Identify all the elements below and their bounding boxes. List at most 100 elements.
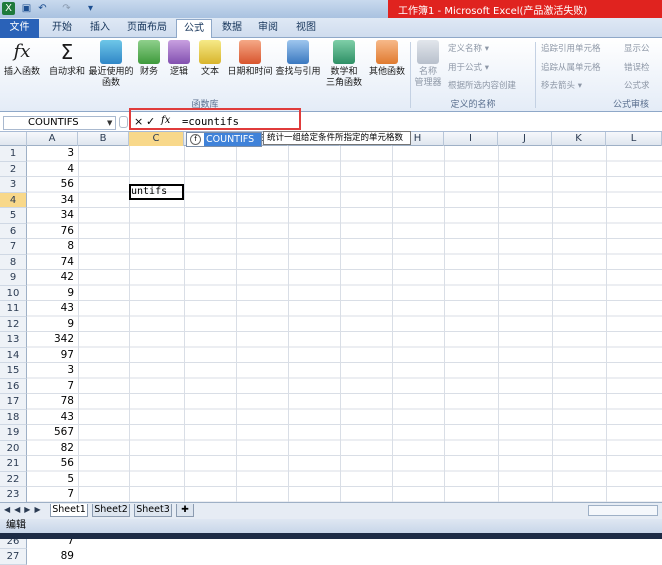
trace-precedents-button[interactable]: 追踪引用单元格 bbox=[541, 43, 601, 55]
cell-a23[interactable]: 7 bbox=[27, 487, 78, 503]
cell-a14[interactable]: 97 bbox=[27, 348, 78, 364]
cell-a8[interactable]: 74 bbox=[27, 255, 78, 271]
cell-a10[interactable]: 9 bbox=[27, 286, 78, 302]
row-header[interactable]: 13 bbox=[0, 332, 27, 348]
undo-icon[interactable]: ↶ bbox=[36, 2, 49, 15]
row-header[interactable]: 2 bbox=[0, 161, 27, 177]
trace-dependents-button[interactable]: 追踪从属单元格 bbox=[541, 62, 601, 74]
horizontal-scrollbar[interactable] bbox=[588, 505, 658, 516]
text-button[interactable]: 文本 bbox=[196, 40, 224, 78]
cancel-icon[interactable]: × bbox=[134, 115, 143, 128]
evaluate-formula-button[interactable]: 公式求 bbox=[624, 80, 650, 92]
cell-grid[interactable] bbox=[27, 146, 662, 502]
enter-icon[interactable]: ✓ bbox=[146, 115, 155, 128]
row-header[interactable]: 11 bbox=[0, 301, 27, 317]
financial-button[interactable]: 财务 bbox=[136, 40, 162, 78]
more-functions-button[interactable]: 其他函数 bbox=[367, 40, 407, 78]
cell-a2[interactable]: 4 bbox=[27, 162, 78, 178]
sheet-tab-sheet3[interactable]: Sheet3 bbox=[134, 504, 172, 517]
error-checking-button[interactable]: 错误检 bbox=[624, 62, 650, 74]
row-header[interactable]: 5 bbox=[0, 208, 27, 224]
cell-a3[interactable]: 56 bbox=[27, 177, 78, 193]
name-manager-button[interactable]: 名称 管理器 bbox=[413, 40, 443, 89]
fx-icon[interactable]: fx bbox=[161, 115, 170, 126]
autosum-button[interactable]: Σ 自动求和 bbox=[48, 40, 86, 78]
row-header[interactable]: 4 bbox=[0, 192, 27, 208]
tab-insert[interactable]: 插入 bbox=[84, 19, 116, 38]
row-header[interactable]: 20 bbox=[0, 440, 27, 456]
cell-a15[interactable]: 3 bbox=[27, 363, 78, 379]
row-header[interactable]: 9 bbox=[0, 270, 27, 286]
column-header[interactable]: L bbox=[606, 132, 662, 146]
tab-home[interactable]: 开始 bbox=[46, 19, 78, 38]
column-header[interactable]: A bbox=[27, 132, 78, 146]
tab-formulas[interactable]: 公式 bbox=[176, 19, 212, 39]
tab-page-layout[interactable]: 页面布局 bbox=[122, 19, 172, 38]
row-header[interactable]: 7 bbox=[0, 239, 27, 255]
name-box[interactable]: COUNTIFS bbox=[3, 116, 116, 130]
column-header[interactable]: B bbox=[78, 132, 129, 146]
cell-a22[interactable]: 5 bbox=[27, 472, 78, 488]
define-name-button[interactable]: 定义名称 ▾ bbox=[448, 43, 489, 55]
cell-a13[interactable]: 342 bbox=[27, 332, 78, 348]
column-header[interactable]: J bbox=[498, 132, 552, 146]
cell-a4[interactable]: 34 bbox=[27, 193, 78, 209]
column-header[interactable]: C bbox=[129, 132, 184, 146]
select-all-corner[interactable] bbox=[0, 132, 27, 146]
sheet-nav-arrows-icon[interactable]: ◀◀▶▶ bbox=[4, 505, 45, 514]
insert-sheet-icon[interactable]: ✚ bbox=[176, 504, 194, 517]
row-header[interactable]: 14 bbox=[0, 347, 27, 363]
logical-button[interactable]: 逻辑 bbox=[166, 40, 192, 78]
tab-view[interactable]: 视图 bbox=[291, 19, 321, 38]
sheet-tab-sheet1[interactable]: Sheet1 bbox=[50, 504, 88, 517]
row-header[interactable]: 15 bbox=[0, 363, 27, 379]
row-header[interactable]: 8 bbox=[0, 254, 27, 270]
tab-review[interactable]: 审阅 bbox=[253, 19, 283, 38]
cell-a21[interactable]: 56 bbox=[27, 456, 78, 472]
remove-arrows-button[interactable]: 移去箭头 ▾ bbox=[541, 80, 582, 92]
row-header[interactable]: 12 bbox=[0, 316, 27, 332]
row-header[interactable]: 6 bbox=[0, 223, 27, 239]
row-header[interactable]: 27 bbox=[0, 549, 27, 565]
row-header[interactable]: 16 bbox=[0, 378, 27, 394]
cell-a18[interactable]: 43 bbox=[27, 410, 78, 426]
cell-a9[interactable]: 42 bbox=[27, 270, 78, 286]
cell-a12[interactable]: 9 bbox=[27, 317, 78, 333]
cell-a27[interactable]: 89 bbox=[27, 549, 78, 565]
row-header[interactable]: 1 bbox=[0, 146, 27, 162]
cell-a17[interactable]: 78 bbox=[27, 394, 78, 410]
cell-a19[interactable]: 567 bbox=[27, 425, 78, 441]
column-header[interactable]: I bbox=[444, 132, 498, 146]
row-header[interactable]: 23 bbox=[0, 487, 27, 503]
date-time-button[interactable]: 日期和时间 bbox=[227, 40, 273, 78]
cell-a20[interactable]: 82 bbox=[27, 441, 78, 457]
lookup-reference-button[interactable]: 查找与引用 bbox=[275, 40, 321, 78]
save-icon[interactable]: ▣ bbox=[20, 2, 33, 15]
sheet-tab-sheet2[interactable]: Sheet2 bbox=[92, 504, 130, 517]
cell-a5[interactable]: 34 bbox=[27, 208, 78, 224]
row-header[interactable]: 19 bbox=[0, 425, 27, 441]
row-header[interactable]: 18 bbox=[0, 409, 27, 425]
math-trig-button[interactable]: 数学和 三角函数 bbox=[322, 40, 366, 89]
row-header[interactable]: 17 bbox=[0, 394, 27, 410]
cell-a6[interactable]: 76 bbox=[27, 224, 78, 240]
customize-qat-icon[interactable]: ▾ bbox=[84, 2, 97, 15]
cell-a7[interactable]: 8 bbox=[27, 239, 78, 255]
active-cell-c4[interactable]: untifs bbox=[129, 184, 184, 200]
row-header[interactable]: 21 bbox=[0, 456, 27, 472]
formula-input[interactable]: =countifs bbox=[182, 116, 239, 128]
create-from-selection-button[interactable]: 根据所选内容创建 bbox=[448, 80, 516, 92]
show-formulas-button[interactable]: 显示公 bbox=[624, 43, 650, 55]
tab-data[interactable]: 数据 bbox=[217, 19, 247, 38]
recent-functions-button[interactable]: 最近使用的 函数 bbox=[88, 40, 134, 89]
use-in-formula-button[interactable]: 用于公式 ▾ bbox=[448, 62, 489, 74]
column-header[interactable]: K bbox=[552, 132, 606, 146]
cell-a1[interactable]: 3 bbox=[27, 146, 78, 162]
tab-file[interactable]: 文件 bbox=[0, 19, 39, 38]
row-header[interactable]: 3 bbox=[0, 177, 27, 193]
row-header[interactable]: 22 bbox=[0, 471, 27, 487]
chevron-down-icon[interactable]: ▼ bbox=[107, 119, 112, 127]
insert-function-button[interactable]: fx 插入函数 bbox=[2, 40, 42, 78]
autocomplete-item-countifs[interactable]: COUNTIFS bbox=[204, 133, 261, 146]
cell-a11[interactable]: 43 bbox=[27, 301, 78, 317]
